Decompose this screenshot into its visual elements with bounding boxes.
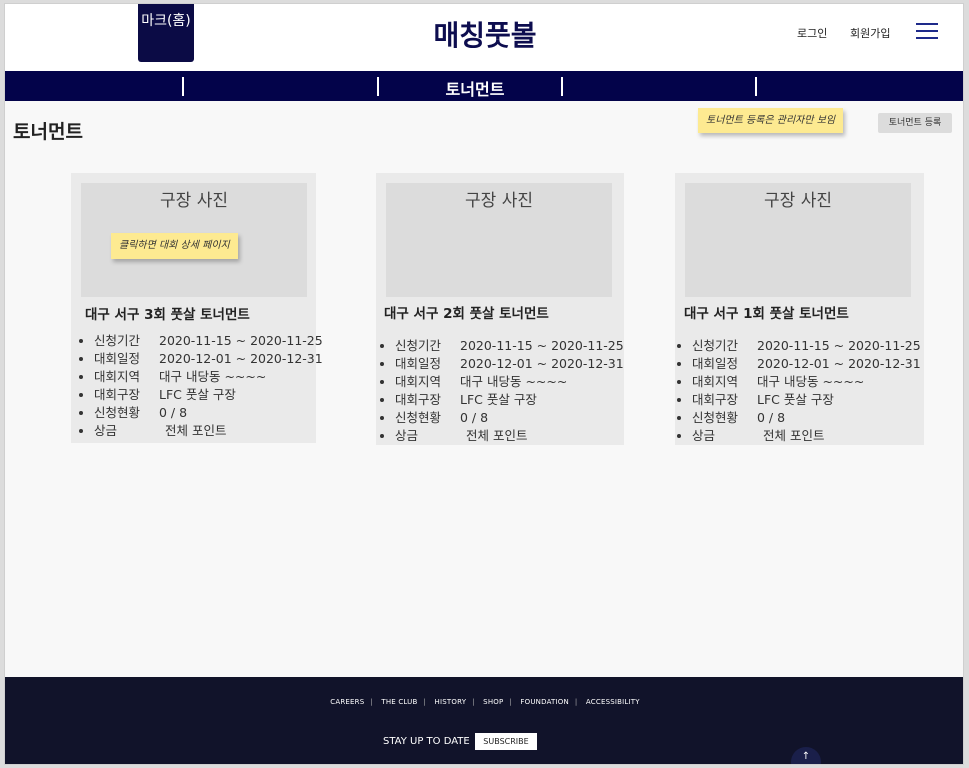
card-title: 대구 서구 2회 풋살 토너먼트 [384, 306, 549, 322]
card-info-list: 신청기간2020-11-15 ~ 2020-11-25 대회일정2020-12-… [79, 332, 323, 440]
info-row: 신청현황0 / 8 [692, 409, 921, 427]
card-title: 대구 서구 1회 풋살 토너먼트 [684, 306, 849, 322]
info-row: 대회지역대구 내당동 ~~~~ [395, 373, 624, 391]
page-title: 토너먼트 [13, 121, 83, 143]
nav-divider [377, 77, 379, 96]
card-info-list: 신청기간2020-11-15 ~ 2020-11-25 대회일정2020-12-… [380, 337, 624, 445]
main-nav: 토너먼트 [5, 71, 963, 101]
info-row: 대회구장LFC 풋살 구장 [692, 391, 921, 409]
info-row: 대회지역대구 내당동 ~~~~ [692, 373, 921, 391]
nav-divider [561, 77, 563, 96]
scroll-top-icon[interactable]: ↑ [791, 747, 821, 764]
footer-link-shop[interactable]: SHOP [483, 698, 503, 706]
info-row: 상금전체 포인트 [692, 427, 921, 445]
info-row: 대회일정2020-12-01 ~ 2020-12-31 [94, 350, 323, 368]
field-photo: 구장 사진 [386, 183, 612, 297]
signup-link[interactable]: 회원가입 [850, 25, 890, 41]
info-row: 대회일정2020-12-01 ~ 2020-12-31 [692, 355, 921, 373]
info-row: 상금전체 포인트 [395, 427, 624, 445]
tournament-card[interactable]: 구장 사진 클릭하면 대회 상세 페이지 대구 서구 3회 풋살 토너먼트 신청… [71, 173, 323, 443]
tournament-card[interactable]: 구장 사진 대구 서구 1회 풋살 토너먼트 신청기간2020-11-15 ~ … [675, 173, 924, 445]
info-row: 신청기간2020-11-15 ~ 2020-11-25 [395, 337, 624, 355]
admin-sticky-note: 토너먼트 등록은 관리자만 보임 [698, 108, 844, 133]
info-row: 대회구장LFC 풋살 구장 [395, 391, 624, 409]
info-row: 신청기간2020-11-15 ~ 2020-11-25 [94, 332, 323, 350]
login-link[interactable]: 로그인 [797, 25, 827, 41]
field-photo: 구장 사진 [685, 183, 911, 297]
nav-divider [755, 77, 757, 96]
page-frame: 마크(홈) 매칭풋볼 로그인 회원가입 토너먼트 토너먼트 토너먼트 등록은 관… [4, 3, 964, 765]
menu-icon[interactable] [916, 23, 938, 39]
info-row: 신청기간2020-11-15 ~ 2020-11-25 [692, 337, 921, 355]
footer-link-the-club[interactable]: THE CLUB [381, 698, 417, 706]
info-row: 대회지역대구 내당동 ~~~~ [94, 368, 323, 386]
card-info-list: 신청기간2020-11-15 ~ 2020-11-25 대회일정2020-12-… [677, 337, 921, 445]
info-row: 대회구장LFC 풋살 구장 [94, 386, 323, 404]
tournament-card[interactable]: 구장 사진 대구 서구 2회 풋살 토너먼트 신청기간2020-11-15 ~ … [376, 173, 624, 445]
detail-sticky-note: 클릭하면 대회 상세 페이지 [111, 233, 238, 259]
stay-up-to-date-label: STAY UP TO DATE [383, 736, 470, 747]
footer: CAREERS | THE CLUB | HISTORY | SHOP | FOUNDA… [5, 677, 963, 764]
header: 마크(홈) 매칭풋볼 로그인 회원가입 [5, 4, 963, 71]
info-row: 신청현황0 / 8 [94, 404, 323, 422]
info-row: 신청현황0 / 8 [395, 409, 624, 427]
tab-tournament[interactable]: 토너먼트 [425, 76, 525, 100]
subscribe-button[interactable]: SUBSCRIBE [475, 733, 537, 750]
footer-link-history[interactable]: HISTORY [435, 698, 467, 706]
info-row: 상금전체 포인트 [94, 422, 323, 440]
card-title: 대구 서구 3회 풋살 토너먼트 [85, 307, 250, 323]
footer-links: CAREERS | THE CLUB | HISTORY | SHOP | FOUNDA… [330, 698, 640, 706]
footer-link-careers[interactable]: CAREERS [330, 698, 364, 706]
footer-link-foundation[interactable]: FOUNDATION [520, 698, 569, 706]
nav-divider [182, 77, 184, 96]
footer-link-accessibility[interactable]: ACCESSIBILITY [586, 698, 640, 706]
register-tournament-button[interactable]: 토너먼트 등록 [878, 113, 952, 133]
info-row: 대회일정2020-12-01 ~ 2020-12-31 [395, 355, 624, 373]
